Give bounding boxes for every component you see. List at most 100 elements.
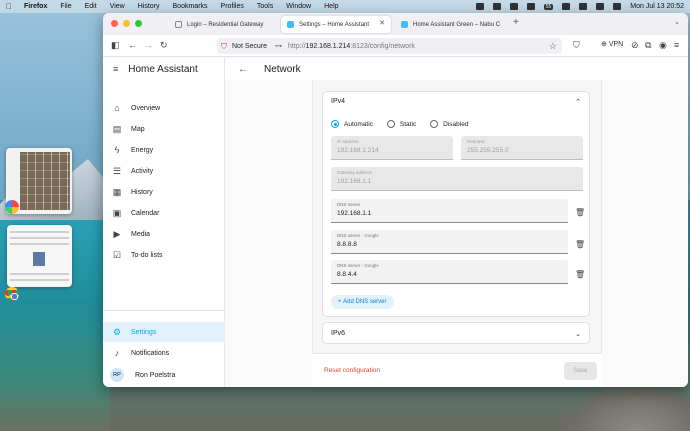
sidebar-toggle-icon[interactable]: ◧ <box>111 40 120 51</box>
ip-address-field: IP address 192.168.1.214 <box>331 136 453 160</box>
delete-dns-3-icon[interactable]: 🗑 <box>575 270 585 279</box>
new-tab-icon[interactable]: + <box>513 17 519 28</box>
chrome-app-icon[interactable] <box>5 287 19 301</box>
netmask-field: Netmask 255.255.255.0 <box>461 136 583 160</box>
close-window-button[interactable] <box>111 20 118 27</box>
battery-icon[interactable] <box>562 3 571 10</box>
address-bar[interactable]: ⛉ Not Secure ⊶ http://192.168.1.214:8123… <box>217 38 562 54</box>
overview-icon: ⌂ <box>114 103 120 113</box>
account-icon[interactable]: ◉ <box>659 40 667 51</box>
menu-app-name[interactable]: Firefox <box>24 3 47 10</box>
sidebar-item-history[interactable]: ▦ History <box>103 182 225 202</box>
tab-nabu-casa[interactable]: Home Assistant Green – Nabu C <box>395 16 507 33</box>
field-label: IP address <box>337 139 359 144</box>
thumb-line <box>10 243 69 245</box>
apple-icon[interactable]:  <box>6 2 14 11</box>
chevron-up-icon[interactable]: ⌃ <box>575 98 581 106</box>
ipv6-card[interactable]: IPv6 ⌄ <box>322 322 590 344</box>
vpn-button[interactable]: ⊕ VPN <box>601 40 623 48</box>
bell-icon: ♪ <box>114 348 120 358</box>
radio-static[interactable] <box>386 120 395 128</box>
tab-ha-settings[interactable]: Settings – Home Assistant ✕ <box>281 16 391 33</box>
delete-dns-2-icon[interactable]: 🗑 <box>575 240 585 249</box>
back-arrow-icon[interactable]: ← <box>238 64 248 75</box>
menubar-badge[interactable]: 55 <box>543 3 554 10</box>
menu-profiles[interactable]: Profiles <box>221 3 244 10</box>
energy-icon: ϟ <box>114 145 120 155</box>
ipv6-heading[interactable]: IPv6 <box>331 330 345 337</box>
photos-app-icon[interactable] <box>5 200 19 214</box>
delete-dns-1-icon[interactable]: 🗑 <box>575 208 585 217</box>
radio-automatic[interactable] <box>331 120 339 128</box>
reset-configuration-button[interactable]: Reset configuration <box>324 367 380 374</box>
menu-edit[interactable]: Edit <box>85 3 97 10</box>
menu-history[interactable]: History <box>138 3 160 10</box>
radio-static-label[interactable]: Static <box>400 121 416 128</box>
menu-help[interactable]: Help <box>324 3 338 10</box>
control-center-icon[interactable] <box>613 3 622 10</box>
ipv4-card: IPv4 ⌃ Automatic Static Disabled IP addr… <box>322 91 590 317</box>
permissions-key-icon[interactable]: ⊶ <box>275 42 282 50</box>
menubar-clock[interactable]: Mon Jul 13 20:52 <box>630 3 684 10</box>
menu-view[interactable]: View <box>110 3 125 10</box>
save-button[interactable]: Save <box>564 362 597 380</box>
url-text[interactable]: http://192.168.1.214:8123/config/network <box>288 43 415 50</box>
bookmark-star-icon[interactable]: ☆ <box>549 41 557 52</box>
dns-server-field-3[interactable]: DNS server - Google 8.8.4.4 <box>331 260 568 284</box>
sidebar-item-activity[interactable]: ☰ Activity <box>103 161 225 181</box>
sidebar-item-settings[interactable]: ⚙ Settings <box>103 322 225 342</box>
menu-window[interactable]: Window <box>286 3 311 10</box>
window-controls <box>111 20 142 27</box>
security-label[interactable]: Not Secure <box>232 43 267 50</box>
sidebar-item-notifications[interactable]: ♪ Notifications <box>103 343 225 363</box>
ipv4-heading[interactable]: IPv4 <box>331 98 345 105</box>
wifi-icon[interactable] <box>579 3 588 10</box>
add-dns-server-button[interactable]: + Add DNS server <box>331 295 394 309</box>
window-status-icon[interactable] <box>492 3 501 10</box>
reload-icon[interactable]: ↻ <box>160 40 168 51</box>
search-icon[interactable] <box>596 3 605 10</box>
menu-bookmarks[interactable]: Bookmarks <box>173 3 208 10</box>
back-icon[interactable]: ← <box>128 40 137 51</box>
extensions-icon[interactable]: ⧉ <box>645 40 651 51</box>
app-menu-icon[interactable]: ≡ <box>674 40 679 51</box>
chevron-down-icon[interactable]: ⌄ <box>575 330 581 338</box>
sidebar-item-todo[interactable]: ☑ To-do lists <box>103 245 225 265</box>
insecure-shield-icon[interactable]: ⛉ <box>221 42 229 51</box>
dns-server-field-2[interactable]: DNS server - Google 8.8.8.8 <box>331 230 568 254</box>
menu-icon[interactable]: ≡ <box>113 64 118 74</box>
sidebar-item-overview[interactable]: ⌂ Overview <box>103 98 225 118</box>
dns-server-field-1[interactable]: DNS server 192.168.1.1 <box>331 199 568 223</box>
history-icon: ▦ <box>112 187 122 197</box>
field-value: 8.8.8.8 <box>337 241 357 248</box>
downloads-icon[interactable]: ⊘ <box>631 40 639 51</box>
sidebar-item-calendar[interactable]: ▣ Calendar <box>103 203 225 223</box>
tab-residential-gateway[interactable]: Login – Residential Gateway <box>169 16 277 33</box>
radio-automatic-label[interactable]: Automatic <box>344 121 373 128</box>
minimize-window-button[interactable] <box>123 20 130 27</box>
app-status-icon[interactable] <box>509 3 518 10</box>
home-assistant-favicon <box>287 21 294 28</box>
sidebar-item-profile[interactable]: RP Ron Poelstra <box>103 365 225 385</box>
calendar-icon: ▣ <box>112 208 122 218</box>
navigation-toolbar: ◧ ← → ↻ ⛉ Not Secure ⊶ http://192.168.1.… <box>103 35 688 57</box>
sidebar-item-label: Overview <box>131 104 161 112</box>
chevron-down-icon[interactable]: ⌄ <box>674 18 680 26</box>
sidebar-item-energy[interactable]: ϟ Energy <box>103 140 225 160</box>
sidebar-item-media[interactable]: ▶ Media <box>103 224 225 244</box>
avatar: RP <box>110 368 124 382</box>
menu-file[interactable]: File <box>60 3 71 10</box>
menu-tools[interactable]: Tools <box>257 3 273 10</box>
pocket-icon[interactable]: ⛉ <box>573 40 580 51</box>
close-tab-icon[interactable]: ✕ <box>379 19 385 27</box>
sidebar-item-label: Settings <box>131 328 157 336</box>
forward-icon[interactable]: → <box>144 40 153 51</box>
zoom-window-button[interactable] <box>135 20 142 27</box>
field-label: DNS server <box>337 202 361 207</box>
camera-status-icon[interactable] <box>475 3 484 10</box>
sidebar-item-map[interactable]: ▤ Map <box>103 119 225 139</box>
stage-chrome-window[interactable] <box>7 225 72 287</box>
radio-disabled-label[interactable]: Disabled <box>443 121 468 128</box>
radio-disabled[interactable] <box>430 120 439 128</box>
lock-status-icon[interactable] <box>526 3 535 10</box>
